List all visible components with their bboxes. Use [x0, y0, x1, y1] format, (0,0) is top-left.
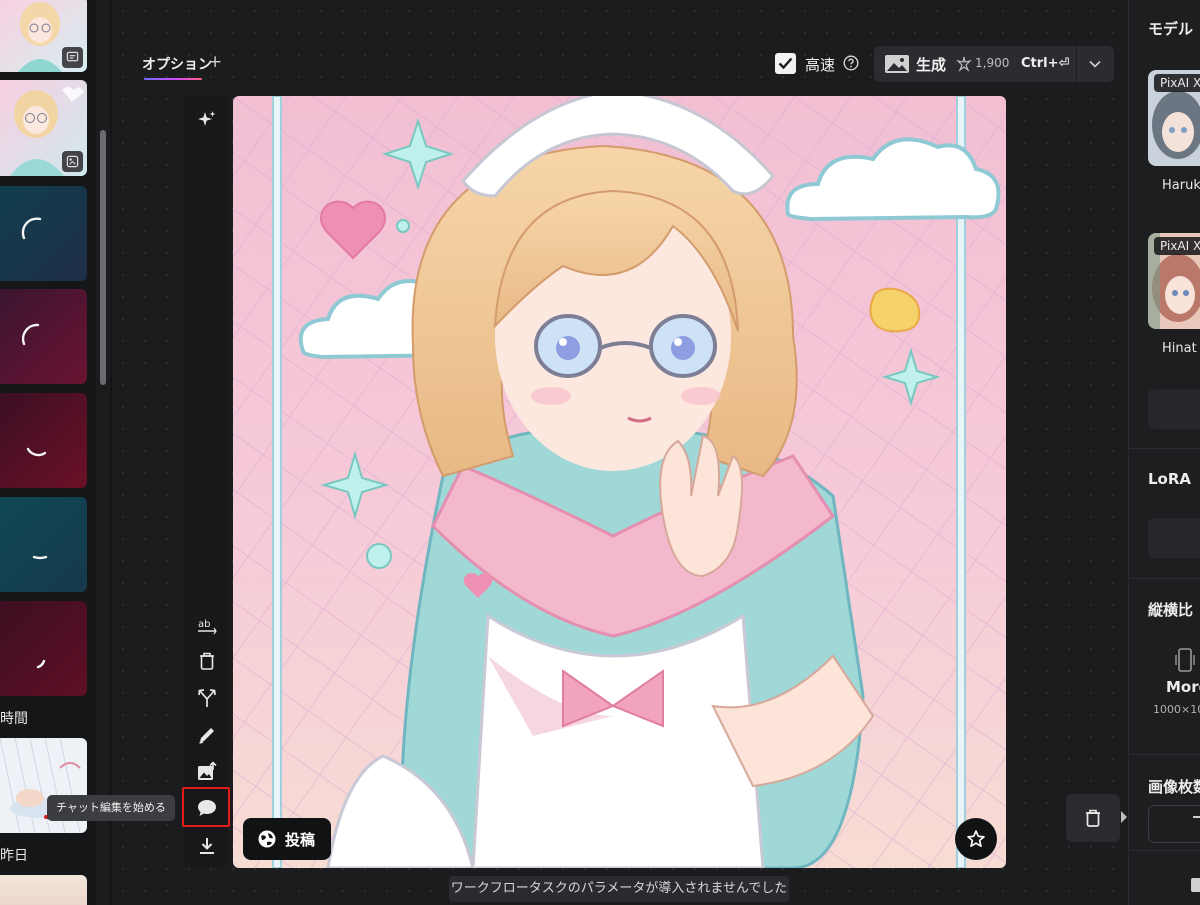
image-count-stepper[interactable]: [1148, 805, 1200, 843]
star-icon: [967, 830, 985, 847]
chat-edit-tooltip: チャット編集を始める: [47, 795, 175, 821]
loading-spinner-icon: [32, 555, 48, 560]
coin-icon: [956, 56, 972, 72]
panel-footer-icon[interactable]: [1191, 878, 1200, 892]
phone-frame-icon[interactable]: [1173, 647, 1197, 673]
loading-spinner-icon: [36, 659, 46, 669]
fast-mode-checkbox[interactable]: [775, 53, 796, 74]
sparkle-icon: [198, 111, 216, 126]
loading-spinner-icon: [21, 217, 42, 240]
generate-shortcut: Ctrl+⏎: [1021, 56, 1070, 71]
generate-button[interactable]: 生成 1,900 Ctrl+⏎: [874, 46, 1114, 82]
help-icon[interactable]: [843, 55, 859, 71]
text-edit-icon: ab: [198, 619, 217, 635]
history-thumb-4[interactable]: [0, 875, 87, 905]
text-edit-button[interactable]: ab: [195, 612, 219, 636]
image-toolstrip: [184, 96, 228, 868]
history-thumb-pending-5[interactable]: [0, 601, 87, 696]
history-thumb-pending-2[interactable]: [0, 289, 87, 384]
loading-spinner-icon: [26, 447, 47, 457]
collapse-panel-icon[interactable]: [1120, 810, 1128, 824]
download-button[interactable]: [195, 834, 219, 858]
chat-badge-icon: [62, 47, 83, 68]
highlight-annotation-box: [182, 787, 230, 827]
pencil-icon: [199, 728, 214, 744]
trash-icon: [200, 652, 214, 670]
model-card-1[interactable]: PixAI X: [1148, 70, 1200, 166]
delete-image-button[interactable]: [195, 649, 219, 673]
model-section-title: モデル: [1148, 20, 1194, 38]
add-model-button[interactable]: [1148, 389, 1200, 429]
branch-icon: [198, 689, 216, 707]
trash-icon: [1086, 809, 1100, 827]
post-button[interactable]: 投稿: [243, 818, 331, 860]
history-scrollbar[interactable]: [100, 130, 106, 385]
history-group-label-yesterday: 昨日: [0, 848, 28, 864]
generate-divider: [1076, 46, 1077, 82]
favorite-button[interactable]: [955, 818, 997, 860]
chevron-down-icon[interactable]: [1088, 58, 1102, 70]
section-divider: [1129, 754, 1200, 755]
history-thumb-pending-4[interactable]: [0, 497, 87, 592]
settings-panel: モデル PixAI X Haruk PixAI X Hinat LoRA 縦横比…: [1128, 0, 1200, 905]
check-icon: [778, 57, 793, 70]
image-upload-icon: [198, 761, 217, 780]
post-label: 投稿: [285, 831, 316, 849]
globe-icon: [258, 830, 276, 848]
history-thumb-pending-1[interactable]: [0, 186, 87, 281]
history-group-label-hours: 時間: [0, 711, 28, 727]
app-window: 時間 昨日 オプション + 高速 生成 1,900 Ctrl+⏎ ab チャット…: [0, 0, 1200, 905]
variation-button[interactable]: [195, 686, 219, 710]
aspect-more-option[interactable]: More: [1166, 678, 1200, 696]
generated-artwork: [233, 96, 1006, 868]
variation-badge-icon: [62, 151, 83, 172]
svg-text:ab: ab: [198, 619, 210, 630]
fast-mode-label: 高速: [805, 56, 836, 74]
clear-button[interactable]: [1066, 794, 1120, 842]
aspect-size-readout: 1000×10: [1153, 703, 1200, 716]
history-sidebar: 時間 昨日: [0, 0, 96, 905]
decrement-icon[interactable]: [1193, 816, 1200, 818]
lora-section-title: LoRA: [1148, 470, 1192, 488]
history-thumb-2[interactable]: [0, 80, 87, 176]
loading-spinner-icon: [21, 323, 40, 346]
section-divider: [1129, 448, 1200, 449]
image-icon: [885, 55, 909, 73]
history-thumb-1[interactable]: [0, 0, 87, 72]
model-card-2[interactable]: PixAI X: [1148, 233, 1200, 329]
generate-label: 生成: [916, 56, 947, 74]
model-tag: PixAI X: [1154, 74, 1200, 92]
status-message: ワークフロータスクのパラメータが導入されませんでした: [449, 876, 789, 902]
options-tab[interactable]: オプション: [142, 54, 212, 74]
section-divider: [1129, 850, 1200, 851]
aspect-section-title: 縦横比: [1148, 601, 1194, 619]
image-to-image-button[interactable]: [195, 760, 219, 784]
add-lora-button[interactable]: [1148, 518, 1200, 558]
model-name-1: Haruk: [1162, 178, 1200, 193]
history-thumb-pending-3[interactable]: [0, 393, 87, 488]
model-name-2: Hinat: [1162, 341, 1197, 356]
active-tab-indicator: [144, 78, 202, 80]
image-count-title: 画像枚数: [1148, 778, 1200, 796]
generate-cost: 1,900: [975, 56, 1010, 70]
section-divider: [1129, 578, 1200, 579]
model-tag: PixAI X: [1154, 237, 1200, 255]
generated-image[interactable]: [233, 96, 1006, 868]
magic-enhance-button[interactable]: [195, 108, 219, 132]
add-option-button[interactable]: +: [208, 52, 222, 72]
inpaint-button[interactable]: [195, 723, 219, 747]
download-icon: [200, 838, 214, 854]
